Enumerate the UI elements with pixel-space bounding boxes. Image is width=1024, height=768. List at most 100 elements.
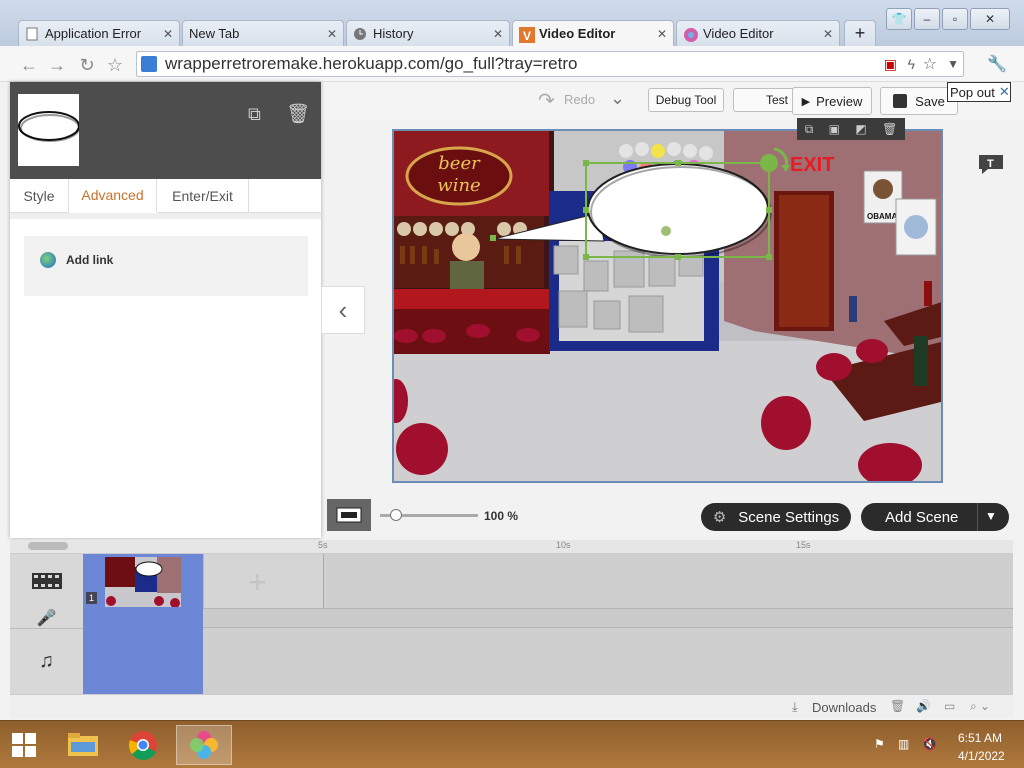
back-icon[interactable]: ← xyxy=(18,54,40,76)
windows-start-icon[interactable] xyxy=(0,725,48,765)
close-icon[interactable]: ✕ xyxy=(327,27,337,41)
forward-icon[interactable]: → xyxy=(46,54,68,76)
dropdown-arrow-icon[interactable]: ▼ xyxy=(947,57,959,71)
tab-video-editor-active[interactable]: V Video Editor ✕ xyxy=(512,20,674,46)
user-icon[interactable]: 👕 xyxy=(886,8,912,30)
close-icon[interactable]: ✕ xyxy=(493,27,503,41)
debug-tool-button[interactable]: Debug Tool xyxy=(648,88,724,112)
zoom-value: 100 % xyxy=(484,509,519,523)
address-bar[interactable]: wrapperretroremake.herokuapp.com/go_full… xyxy=(136,51,964,77)
add-link-row[interactable]: Add link xyxy=(24,236,308,296)
browser-toolbar: ← → ↻ ☆ wrapperretroremake.herokuapp.com… xyxy=(0,46,1024,82)
close-icon[interactable]: ✕ xyxy=(999,84,1010,100)
url-text: wrapperretroremake.herokuapp.com/go_full… xyxy=(165,54,578,73)
clock-icon xyxy=(353,27,367,41)
ruler-mark-15s: 15s xyxy=(796,540,811,550)
browser-tab-strip: Application Error ✕ New Tab ✕ History ✕ … xyxy=(0,0,1024,46)
add-scene-button[interactable]: Add Scene ▼ xyxy=(861,503,1009,531)
download-icon[interactable]: ⤓ xyxy=(792,699,798,715)
tab-advanced[interactable]: Advanced xyxy=(69,179,157,213)
minimize-icon[interactable]: – xyxy=(914,8,940,30)
floppy-disk-icon xyxy=(893,94,908,108)
windows-taskbar: ⚑ ▥ 🔇 6:51 AM 4/1/2022 xyxy=(0,720,1024,768)
window-close-icon[interactable]: ✕ xyxy=(970,8,1010,30)
clock-date[interactable]: 4/1/2022 xyxy=(958,749,1005,763)
screen-icon[interactable]: ▭ xyxy=(944,699,955,713)
trash-icon[interactable]: 🗑 xyxy=(286,102,310,126)
redo-icon[interactable]: ↷ xyxy=(538,88,555,113)
asset-thumbnail xyxy=(18,94,80,166)
music-track[interactable] xyxy=(203,628,1013,694)
music-note-icon: ♫ xyxy=(39,650,54,672)
chrome-icon[interactable] xyxy=(115,725,171,765)
tab-history[interactable]: History ✕ xyxy=(346,20,510,46)
pop-out-label: Pop out xyxy=(950,84,995,100)
voice-track[interactable] xyxy=(203,608,1013,628)
chevron-down-icon[interactable]: ⌄ xyxy=(610,88,625,109)
speech-bubble-icon[interactable]: T xyxy=(976,152,1006,179)
tab-enter-exit[interactable]: Enter/Exit xyxy=(157,179,249,213)
star-icon[interactable]: ☆ xyxy=(923,54,937,74)
poster-label: OBAMA xyxy=(867,212,897,221)
chevron-down-icon[interactable]: ▼ xyxy=(985,509,997,523)
voice-track-icon: 🎤 xyxy=(10,608,83,628)
timeline-zoom-icon[interactable] xyxy=(28,542,68,550)
tab-application-error[interactable]: Application Error ✕ xyxy=(18,20,180,46)
clock-time[interactable]: 6:51 AM xyxy=(958,731,1002,745)
play-icon: ▶ xyxy=(801,95,811,108)
preview-button[interactable]: ▶ Preview xyxy=(792,87,872,115)
action-center-flag-icon[interactable]: ⚑ xyxy=(874,737,885,751)
close-icon[interactable]: ✕ xyxy=(657,27,667,41)
panel-tabs: Style Advanced Enter/Exit xyxy=(10,179,321,213)
tab-new-tab[interactable]: New Tab ✕ xyxy=(182,20,344,46)
downloads-label[interactable]: Downloads xyxy=(812,700,876,715)
sign-wine: wine xyxy=(437,175,480,196)
svg-text:V: V xyxy=(523,29,531,43)
preview-label: Preview xyxy=(816,93,863,109)
trash-icon[interactable]: 🗑 xyxy=(882,122,897,136)
volume-muted-icon[interactable]: 🔇 xyxy=(922,737,937,751)
scene-1-thumbnail[interactable] xyxy=(105,557,181,607)
zoom-slider-handle[interactable] xyxy=(390,509,402,521)
maximize-icon[interactable]: ▫ xyxy=(942,8,968,30)
video-track-icon xyxy=(10,554,83,608)
zoom-icon[interactable]: ⌕ ⌄ xyxy=(970,699,990,714)
scene-stage[interactable]: beer wine EXIT OBAMA xyxy=(392,129,943,483)
swap-icon[interactable]: ⧉ xyxy=(805,122,814,137)
swap-asset-icon[interactable]: ⧉ xyxy=(248,104,261,125)
gear-icon: ⚙ xyxy=(712,509,727,526)
panel-divider xyxy=(10,213,321,219)
tab-style[interactable]: Style xyxy=(10,179,69,213)
video-editor-app-icon[interactable] xyxy=(176,725,232,765)
fit-stage-button[interactable] xyxy=(327,499,371,531)
copy-icon[interactable]: ▣ xyxy=(829,122,840,136)
tab-video-editor[interactable]: Video Editor ✕ xyxy=(676,20,840,46)
svg-text:T: T xyxy=(987,158,994,170)
blocked-popup-icon[interactable]: ▣ xyxy=(884,56,897,73)
close-icon[interactable]: ✕ xyxy=(163,27,173,41)
reload-icon[interactable]: ↻ xyxy=(76,54,98,76)
panel-header: ⧉ 🗑 xyxy=(10,82,321,179)
ruler-mark-5s: 5s xyxy=(318,540,328,550)
speaker-icon[interactable]: 🔊 xyxy=(916,699,931,713)
new-tab-button[interactable]: + xyxy=(844,20,876,46)
empty-scene-slot[interactable]: + xyxy=(203,554,323,608)
network-icon[interactable]: ▥ xyxy=(898,737,909,751)
sign-beer: beer xyxy=(438,153,481,174)
file-explorer-icon[interactable] xyxy=(55,725,111,765)
close-icon[interactable]: ✕ xyxy=(823,27,833,41)
flash-icon[interactable]: ϟ xyxy=(908,56,915,72)
layer-icon[interactable]: ◩ xyxy=(855,122,866,136)
wrench-menu-icon[interactable]: 🔧 xyxy=(982,54,1012,76)
microphone-icon: 🎤 xyxy=(36,610,57,627)
divider xyxy=(977,503,978,531)
scene-settings-button[interactable]: ⚙ Scene Settings xyxy=(701,503,851,531)
browser-status-bar: ⤓ Downloads 🗑 🔊 ▭ ⌕ ⌄ xyxy=(10,694,1013,718)
collapse-panel-button[interactable]: ‹ xyxy=(321,286,365,334)
object-toolbar: ⧉ ▣ ◩ 🗑 xyxy=(797,118,905,140)
bookmark-star-icon[interactable]: ☆ xyxy=(104,54,126,76)
pop-out-button[interactable]: Pop out ✕ xyxy=(947,82,1011,102)
trash-icon[interactable]: 🗑 xyxy=(890,699,905,713)
add-link-label: Add link xyxy=(66,253,114,267)
redo-label[interactable]: Redo xyxy=(564,92,595,107)
